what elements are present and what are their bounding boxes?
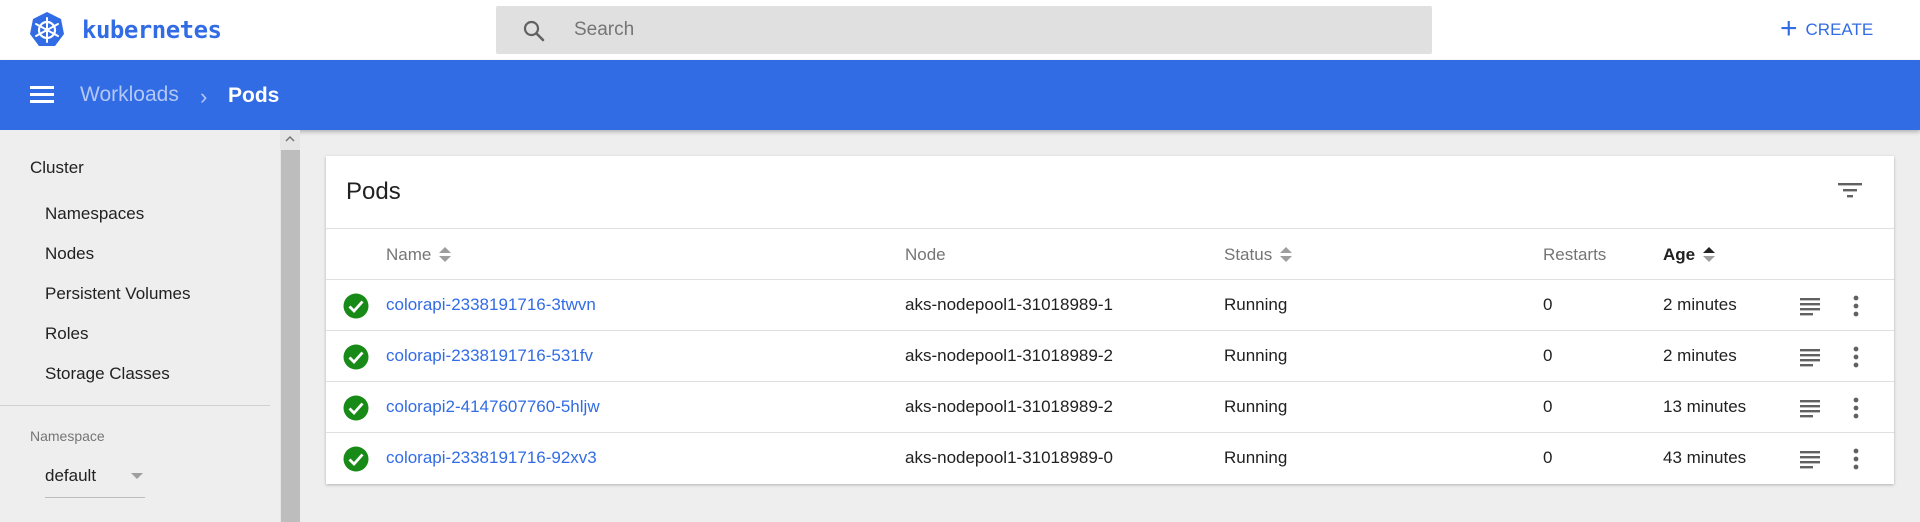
pod-restarts: 0 [1543, 295, 1553, 314]
sidebar-section-cluster[interactable]: Cluster [30, 158, 84, 178]
dropdown-caret-icon [131, 473, 143, 479]
pod-name-link[interactable]: colorapi-2338191716-3twvn [386, 295, 596, 315]
pod-restarts: 0 [1543, 346, 1553, 365]
sidebar-item-namespaces[interactable]: Namespaces [45, 204, 144, 224]
table-row: colorapi-2338191716-3twvn aks-nodepool1-… [326, 280, 1894, 331]
sidebar-item-roles[interactable]: Roles [45, 324, 88, 344]
sidebar-item-persistent-volumes[interactable]: Persistent Volumes [45, 284, 191, 304]
column-header-restarts: Restarts [1543, 245, 1607, 264]
pod-status: Running [1224, 397, 1288, 416]
check-circle-icon [343, 446, 369, 472]
pod-node: aks-nodepool1-31018989-0 [905, 448, 1113, 467]
brand-name[interactable]: kubernetes [82, 16, 222, 44]
sort-icon [1280, 246, 1293, 264]
sidebar-item-storage-classes[interactable]: Storage Classes [45, 364, 170, 384]
check-circle-icon [343, 395, 369, 421]
table-header: Name Node Status Restarts Age [326, 228, 1894, 280]
table-row: colorapi-2338191716-531fv aks-nodepool1-… [326, 331, 1894, 382]
namespace-select[interactable]: default [45, 462, 145, 498]
logs-icon[interactable] [1798, 347, 1822, 367]
column-header-age[interactable]: Age [1663, 245, 1716, 265]
filter-icon[interactable] [1836, 178, 1864, 202]
pod-restarts: 0 [1543, 397, 1553, 416]
pod-name-link[interactable]: colorapi2-4147607760-5hljw [386, 397, 600, 417]
pod-name-link[interactable]: colorapi-2338191716-92xv3 [386, 448, 597, 468]
pod-restarts: 0 [1543, 448, 1553, 467]
breadcrumb-pods: Pods [228, 84, 280, 107]
column-header-status[interactable]: Status [1224, 245, 1293, 265]
card-title: Pods [346, 178, 401, 205]
pod-age: 43 minutes [1663, 448, 1747, 467]
namespace-value: default [45, 466, 97, 485]
chevron-right-icon: › [200, 84, 208, 109]
scrollbar-thumb[interactable] [281, 150, 300, 522]
app-header: Workloads › Pods [0, 60, 1920, 130]
pod-name-link[interactable]: colorapi-2338191716-531fv [386, 346, 593, 366]
plus-icon: + [1780, 12, 1798, 45]
logs-icon[interactable] [1798, 449, 1822, 469]
sort-ascending-icon [1703, 246, 1716, 264]
pod-status: Running [1224, 295, 1288, 314]
search-bar[interactable] [496, 6, 1432, 54]
search-icon [523, 20, 545, 42]
create-label: CREATE [1805, 20, 1874, 39]
top-bar: kubernetes + CREATE [0, 0, 1920, 60]
pod-node: aks-nodepool1-31018989-1 [905, 295, 1113, 314]
check-circle-icon [343, 293, 369, 319]
pod-node: aks-nodepool1-31018989-2 [905, 346, 1113, 365]
pod-age: 2 minutes [1663, 295, 1737, 314]
column-header-name[interactable]: Name [386, 245, 452, 265]
create-button[interactable]: + CREATE [1780, 14, 1873, 46]
kubernetes-wheel-icon[interactable] [28, 11, 66, 49]
logs-icon[interactable] [1798, 398, 1822, 418]
more-vert-icon[interactable] [1852, 294, 1860, 318]
column-header-node: Node [905, 245, 946, 264]
more-vert-icon[interactable] [1852, 345, 1860, 369]
more-vert-icon[interactable] [1852, 447, 1860, 471]
namespace-label: Namespace [30, 428, 105, 444]
pod-age: 13 minutes [1663, 397, 1747, 416]
pod-age: 2 minutes [1663, 346, 1737, 365]
pod-status: Running [1224, 346, 1288, 365]
logs-icon[interactable] [1798, 296, 1822, 316]
pods-card: Pods Name Node Status Restarts Age color… [326, 156, 1894, 484]
more-vert-icon[interactable] [1852, 396, 1860, 420]
pod-status: Running [1224, 448, 1288, 467]
table-row: colorapi-2338191716-92xv3 aks-nodepool1-… [326, 433, 1894, 484]
breadcrumb-workloads[interactable]: Workloads [80, 83, 179, 107]
search-input[interactable] [574, 16, 1394, 44]
table-row: colorapi2-4147607760-5hljw aks-nodepool1… [326, 382, 1894, 433]
sidebar: Cluster Namespaces Nodes Persistent Volu… [0, 130, 280, 522]
sidebar-divider [0, 405, 270, 406]
sidebar-item-nodes[interactable]: Nodes [45, 244, 94, 264]
pod-node: aks-nodepool1-31018989-2 [905, 397, 1113, 416]
hamburger-menu-icon[interactable] [30, 86, 54, 104]
scroll-up-arrow-icon[interactable] [285, 134, 295, 144]
sort-icon [439, 246, 452, 264]
check-circle-icon [343, 344, 369, 370]
